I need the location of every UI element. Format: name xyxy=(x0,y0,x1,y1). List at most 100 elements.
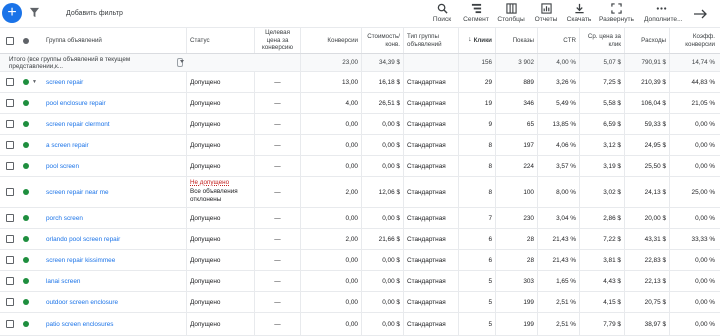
ad-group-link[interactable]: porch screen xyxy=(46,215,83,222)
row-checkbox[interactable] xyxy=(6,99,14,107)
status-disapproved[interactable]: Не допущено xyxy=(190,179,238,188)
add-filter-label[interactable]: Добавить фильтр xyxy=(66,10,123,17)
table-row[interactable]: porch screen Допущено —0,00 0,00 $ Стандартн… xyxy=(0,208,720,229)
col-impressions[interactable]: Показы xyxy=(495,28,537,53)
toolbar-columns-label: Столбцы xyxy=(497,16,525,23)
ad-group-link[interactable]: patio screen enclosures xyxy=(46,321,114,328)
row-checkbox[interactable] xyxy=(6,141,14,149)
table-row[interactable]: pool screen Допущено —0,00 0,00 $ Стандартна… xyxy=(0,156,720,177)
ad-group-link[interactable]: lanai screen xyxy=(46,278,80,285)
row-checkbox[interactable] xyxy=(6,235,14,243)
col-type[interactable]: Тип группы объявлений xyxy=(403,28,458,53)
col-clicks: Клики xyxy=(473,36,492,44)
toolbar-columns[interactable]: Столбцы xyxy=(494,3,528,23)
total-dropdown[interactable] xyxy=(174,54,186,71)
row-name-cell: porch screen xyxy=(43,208,185,228)
toolbar-more[interactable]: Дополните... xyxy=(644,3,683,23)
row-checkbox[interactable] xyxy=(6,277,14,285)
row-avg-cpc: 6,59 $ xyxy=(579,114,624,134)
table-row[interactable]: a screen repair Допущено —0,00 0,00 $ Станда… xyxy=(0,135,720,156)
toolbar-reports[interactable]: Отчеты xyxy=(529,3,563,23)
row-cost: 24,95 $ xyxy=(624,135,669,155)
row-target-cpa: — xyxy=(254,72,300,92)
row-conversions: 4,00 xyxy=(300,93,361,113)
ad-group-link[interactable]: screen repair xyxy=(46,79,83,86)
ad-group-link[interactable]: pool screen xyxy=(46,163,79,170)
col-status[interactable]: Статус xyxy=(186,28,254,53)
row-status-cell[interactable] xyxy=(20,156,42,176)
ad-group-link[interactable]: screen repair clermont xyxy=(46,121,110,128)
table-row[interactable]: patio screen enclosures Допущено —0,00 0,00… xyxy=(0,313,720,336)
chevron-down-icon[interactable]: ▼ xyxy=(32,79,37,85)
col-cost[interactable]: Расходы xyxy=(624,28,669,53)
row-checkbox[interactable] xyxy=(6,162,14,170)
row-checkbox[interactable] xyxy=(6,120,14,128)
ad-group-link[interactable]: pool enclosure repair xyxy=(46,100,106,107)
row-checkbox[interactable] xyxy=(6,320,14,328)
row-checkbox[interactable] xyxy=(6,188,14,196)
select-all-checkbox[interactable] xyxy=(6,36,14,45)
table-row[interactable]: screen repair clermont Допущено —0,00 0,00 … xyxy=(0,114,720,135)
table-row[interactable]: orlando pool screen repair Допущено —2,00 2… xyxy=(0,229,720,250)
ad-group-link[interactable]: screen repair near me xyxy=(46,189,109,196)
ad-group-link[interactable]: screen repair kissimmee xyxy=(46,257,115,264)
row-impressions: 65 xyxy=(495,114,537,134)
row-status-cell[interactable] xyxy=(20,135,42,155)
col-conv-rate[interactable]: Коэфф. конверсии xyxy=(669,28,718,53)
row-status-cell[interactable] xyxy=(20,250,42,270)
ad-group-link[interactable]: a screen repair xyxy=(46,142,89,149)
row-target-cpa: — xyxy=(254,229,300,249)
col-cost-per-conv[interactable]: Стоимость/конв. xyxy=(361,28,403,53)
col-clicks-cell[interactable]: ↓ Клики xyxy=(458,28,495,53)
row-avg-cpc: 2,86 $ xyxy=(579,208,624,228)
col-target-cpa[interactable]: Целевая цена за конверсию xyxy=(254,28,300,53)
row-checkbox[interactable] xyxy=(6,78,14,86)
row-checkbox[interactable] xyxy=(6,298,14,306)
row-conversions: 0,00 xyxy=(300,271,361,291)
ad-group-link[interactable]: outdoor screen enclosure xyxy=(46,299,118,306)
row-status-cell[interactable] xyxy=(20,292,42,312)
row-status-cell[interactable] xyxy=(20,229,42,249)
total-impressions: 3 902 xyxy=(495,54,537,71)
table-row[interactable]: outdoor screen enclosure Допущено —0,00 0,0… xyxy=(0,292,720,313)
col-conversions[interactable]: Конверсии xyxy=(300,28,361,53)
row-status-cell[interactable] xyxy=(20,313,42,335)
table-row[interactable]: lanai screen Допущено —0,00 0,00 $ Стандартн… xyxy=(0,271,720,292)
row-status-cell[interactable] xyxy=(20,93,42,113)
toolbar-expand[interactable]: Развернуть xyxy=(599,3,634,23)
toolbar-segment[interactable]: Сегмент xyxy=(459,3,493,23)
row-checkbox-cell xyxy=(3,208,19,228)
row-status-cell[interactable] xyxy=(20,177,42,207)
col-avg-cpc[interactable]: Ср. цена за клик xyxy=(579,28,624,53)
collapse-icon[interactable] xyxy=(693,8,707,20)
filter-icon[interactable] xyxy=(29,7,40,18)
add-button[interactable]: + xyxy=(2,3,22,23)
table-row[interactable]: pool enclosure repair Допущено —4,00 26,51 … xyxy=(0,93,720,114)
table-row[interactable]: ▼ screen repair Допущено —13,00 16,18 $ Станд… xyxy=(0,72,720,93)
toolbar-download[interactable]: Скачать xyxy=(562,3,596,23)
table-row[interactable]: screen repair kissimmee Допущено —0,00 0,00… xyxy=(0,250,720,271)
toolbar-more-label: Дополните... xyxy=(644,16,683,23)
row-type: Стандартная xyxy=(403,177,458,207)
toolbar-search[interactable]: Поиск xyxy=(425,3,459,23)
col-ctr[interactable]: CTR xyxy=(537,28,579,53)
row-status-cell[interactable] xyxy=(20,271,42,291)
row-cost-per-conv: 0,00 $ xyxy=(361,156,403,176)
ad-group-link[interactable]: orlando pool screen repair xyxy=(46,236,120,243)
status-enabled-icon xyxy=(23,163,29,169)
row-conversions: 0,00 xyxy=(300,292,361,312)
row-ctr: 3,04 % xyxy=(537,208,579,228)
row-name-cell: screen repair kissimmee xyxy=(43,250,185,270)
row-status-cell[interactable]: ▼ xyxy=(20,72,42,92)
row-checkbox-cell xyxy=(3,135,19,155)
row-ctr: 8,00 % xyxy=(537,177,579,207)
row-cost-per-conv: 0,00 $ xyxy=(361,292,403,312)
table-row[interactable]: screen repair near me Не допущено Все объя… xyxy=(0,177,720,208)
row-checkbox[interactable] xyxy=(6,256,14,264)
row-checkbox[interactable] xyxy=(6,214,14,222)
col-name[interactable]: Группа объявлений xyxy=(43,28,185,53)
row-status-cell[interactable] xyxy=(20,114,42,134)
row-status-cell[interactable] xyxy=(20,208,42,228)
row-type: Стандартная xyxy=(403,114,458,134)
row-checkbox-cell xyxy=(3,93,19,113)
